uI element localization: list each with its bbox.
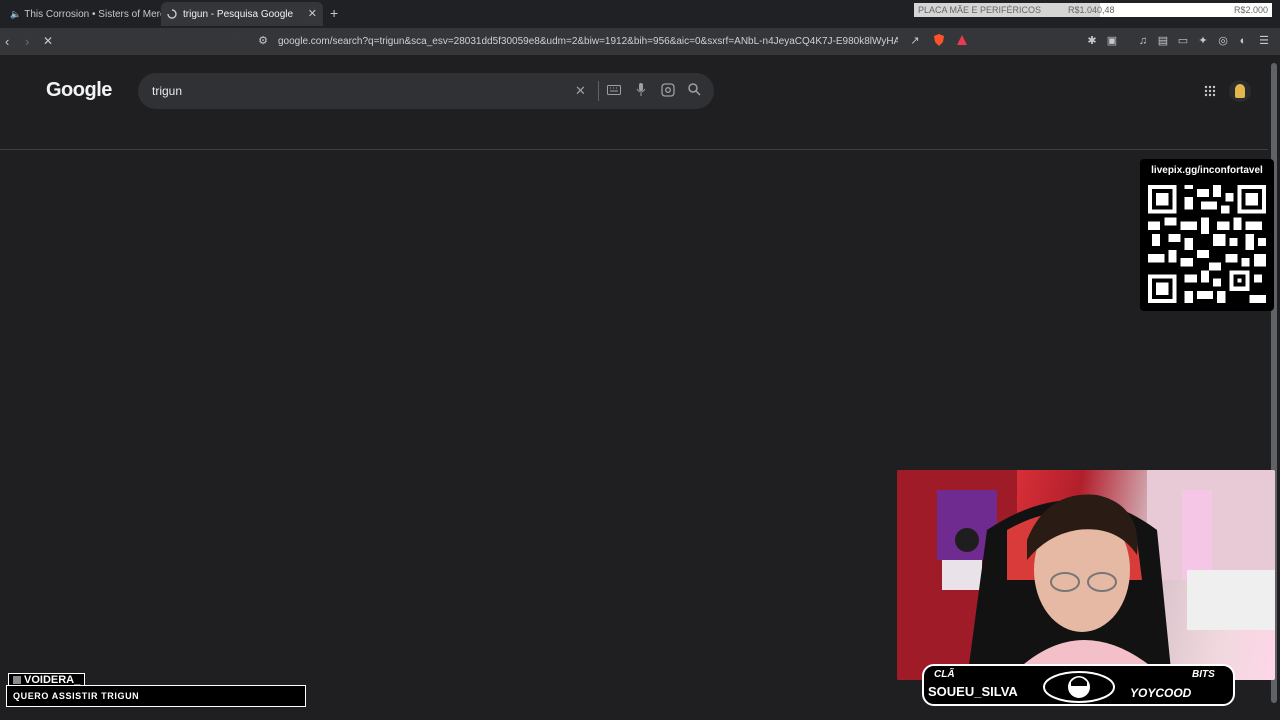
qr-code-icon	[1148, 185, 1266, 303]
sponsor-tag: YOYCOOD	[1130, 686, 1192, 700]
back-button[interactable]: ‹	[5, 34, 9, 49]
tab-google-search[interactable]: trigun - Pesquisa Google ✕	[161, 2, 323, 26]
forward-button[interactable]: ›	[25, 34, 29, 49]
webcam-feed	[897, 470, 1275, 680]
audio-icon: 🔈	[10, 8, 22, 19]
extension-puzzle-icon[interactable]: ✱	[1085, 34, 1099, 48]
new-tab-button[interactable]: +	[330, 5, 338, 21]
tab-title: trigun - Pesquisa Google	[183, 8, 294, 20]
tab-strip: 🔈 This Corrosion • Sisters of Mercy trig…	[0, 0, 1280, 28]
close-tab-icon[interactable]: ✕	[308, 7, 317, 20]
search-divider	[598, 81, 599, 101]
goal-label: PLACA MÃE E PERIFÉRICOS	[918, 5, 1042, 15]
menu-icon[interactable]: ☰	[1257, 34, 1271, 48]
share-icon[interactable]: ↗	[908, 34, 922, 48]
chat-message: QUERO ASSISTIR TRIGUN	[6, 685, 306, 707]
bits-tag: BITS	[1192, 669, 1215, 680]
site-settings-icon[interactable]: ⚙	[256, 34, 270, 48]
account-avatar[interactable]	[1229, 80, 1251, 102]
loading-icon	[167, 9, 177, 19]
moderator-badge-icon	[13, 676, 21, 685]
brave-menu-icon[interactable]: ◐	[1236, 34, 1250, 48]
tab-music[interactable]: 🔈 This Corrosion • Sisters of Mercy	[0, 2, 170, 26]
donation-qr-overlay: livepix.gg/inconfortavel	[1140, 159, 1274, 311]
donation-goal-bar: PLACA MÃE E PERIFÉRICOS R$1.040,48 R$2.0…	[914, 3, 1272, 17]
brave-rewards-icon[interactable]	[955, 34, 969, 48]
sidebar-icon[interactable]: ▤	[1156, 34, 1170, 48]
url-text: google.com/search?q=trigun&sca_esv=28031…	[278, 36, 898, 47]
search-input[interactable]: trigun	[152, 84, 182, 98]
search-box[interactable]: trigun ✕	[138, 73, 714, 109]
google-logo[interactable]: Google	[46, 79, 112, 102]
google-apps-icon[interactable]	[1204, 84, 1216, 100]
goal-current: R$1.040,48	[1068, 5, 1115, 15]
goal-target: R$2.000	[1233, 5, 1268, 15]
streamer-name-plate: CLÃ SOUEU_SILVA BITS YOYCOOD	[922, 664, 1235, 706]
mascot-logo-icon	[1043, 671, 1115, 703]
search-icon[interactable]	[688, 83, 701, 99]
microphone-icon[interactable]	[636, 83, 646, 100]
tab-title: This Corrosion • Sisters of Mercy	[24, 8, 170, 20]
clan-tag: CLÃ	[934, 669, 955, 680]
vpn-icon[interactable]: ◎	[1216, 34, 1230, 48]
brave-shield-icon[interactable]	[932, 34, 946, 48]
header-divider	[0, 149, 1268, 150]
music-icon[interactable]: ♫	[1136, 34, 1150, 48]
qr-label: livepix.gg/inconfortavel	[1151, 165, 1263, 176]
wallet-icon[interactable]: ▭	[1176, 34, 1190, 48]
stop-button[interactable]: ✕	[43, 34, 53, 48]
clear-icon[interactable]: ✕	[575, 83, 586, 99]
browser-toolbar: ‹ › ✕ ⚙ google.com/search?q=trigun&sca_e…	[0, 28, 1280, 55]
streamer-name: SOUEU_SILVA	[928, 684, 1018, 699]
keyboard-icon[interactable]	[607, 83, 621, 98]
lens-icon[interactable]	[661, 83, 675, 100]
leo-ai-icon[interactable]: ✦	[1196, 34, 1210, 48]
address-bar[interactable]: ⚙ google.com/search?q=trigun&sca_esv=280…	[230, 30, 975, 53]
extension-icon[interactable]: ▣	[1105, 34, 1119, 48]
